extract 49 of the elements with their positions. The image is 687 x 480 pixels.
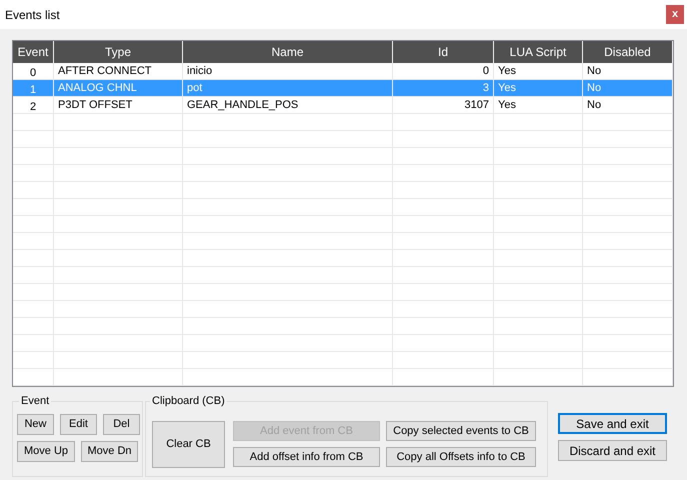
table-row[interactable]: 2 P3DT OFFSET GEAR_HANDLE_POS 3107 Yes No: [13, 97, 673, 114]
column-header[interactable]: LUA Script: [494, 41, 583, 63]
action-button[interactable]: Copy selected events to CB: [386, 421, 536, 441]
dialog-button[interactable]: Save and exit: [558, 413, 667, 434]
close-button[interactable]: x: [666, 5, 684, 24]
table-cell: P3DT OFFSET: [54, 97, 183, 114]
column-header[interactable]: Disabled: [583, 41, 673, 63]
empty-cell: [13, 352, 54, 369]
empty-cell: [13, 114, 54, 131]
empty-cell: [13, 369, 54, 386]
table-cell: 2: [13, 97, 54, 114]
action-button[interactable]: Add offset info from CB: [233, 447, 380, 467]
action-button[interactable]: New: [17, 414, 54, 435]
empty-cell: [13, 233, 54, 250]
table-cell: ANALOG CHNL: [54, 80, 183, 97]
table-cell: No: [583, 97, 673, 114]
action-button[interactable]: Clear CB: [152, 420, 225, 468]
table-cell: Yes: [494, 97, 583, 114]
action-button[interactable]: Move Dn: [81, 441, 138, 462]
empty-cell: [13, 182, 54, 199]
table-cell: No: [583, 80, 673, 97]
table-cell: GEAR_HANDLE_POS: [183, 97, 393, 114]
empty-cell: [13, 165, 54, 182]
table-cell: 3107: [393, 97, 494, 114]
empty-cell: [13, 199, 54, 216]
column-header[interactable]: Id: [393, 41, 494, 63]
action-button[interactable]: Edit: [60, 414, 97, 435]
empty-cell: [13, 301, 54, 318]
table-cell: Yes: [494, 80, 583, 97]
empty-cell: [13, 131, 54, 148]
action-button[interactable]: Del: [103, 414, 140, 435]
empty-cell: [13, 318, 54, 335]
column-header[interactable]: Type: [54, 41, 183, 63]
empty-cell: [13, 267, 54, 284]
table-cell: pot: [183, 80, 393, 97]
action-button[interactable]: Copy all Offsets info to CB: [386, 447, 536, 467]
action-button[interactable]: Move Up: [17, 441, 75, 462]
group-title: Clipboard (CB): [150, 393, 227, 410]
empty-cell: [13, 148, 54, 165]
table-cell: 1: [13, 80, 54, 97]
empty-cell: [13, 335, 54, 352]
empty-cell: [13, 250, 54, 267]
column-header[interactable]: Event: [13, 41, 54, 63]
dialog-button[interactable]: Discard and exit: [558, 440, 667, 461]
empty-cell: [13, 284, 54, 301]
empty-cell: [13, 216, 54, 233]
window-title: Events list: [5, 6, 60, 24]
column-header[interactable]: Name: [183, 41, 393, 63]
table-cell: 3: [393, 80, 494, 97]
